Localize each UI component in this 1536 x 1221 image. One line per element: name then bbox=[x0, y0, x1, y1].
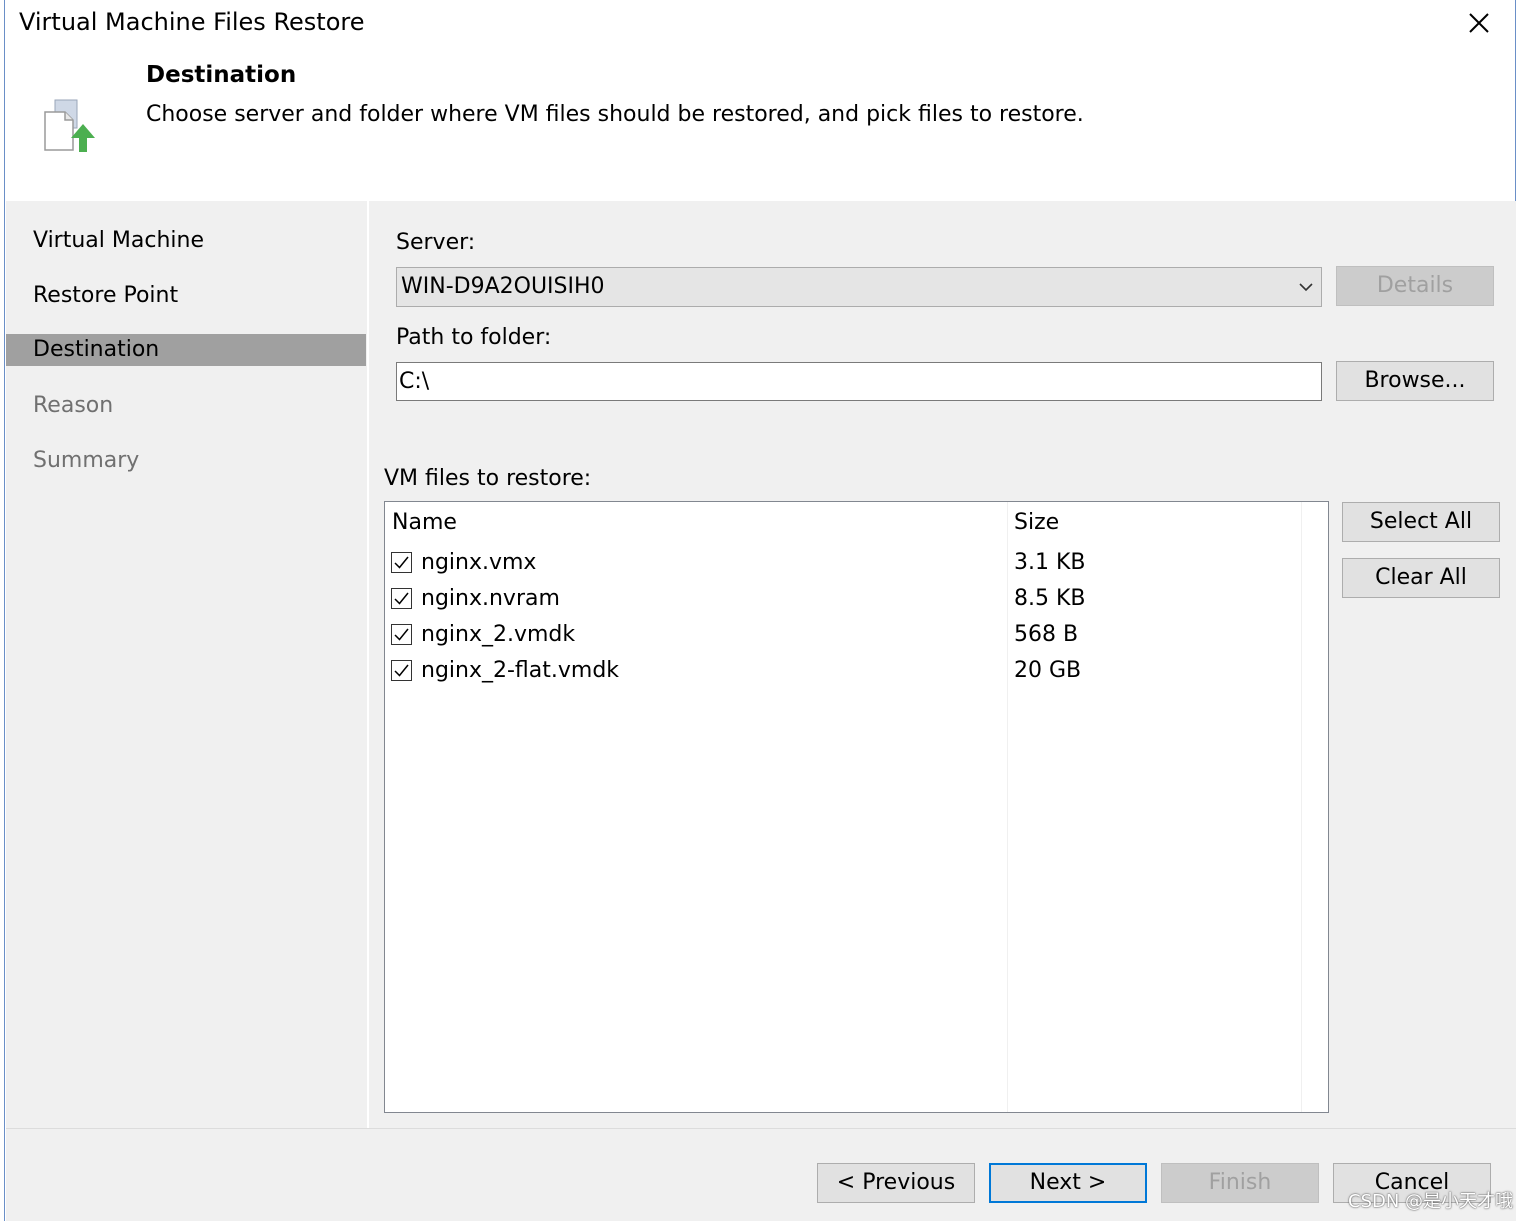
files-label: VM files to restore: bbox=[384, 466, 592, 491]
nav-step-restore-point[interactable]: Restore Point bbox=[6, 280, 366, 312]
content-area: Virtual Machine Restore Point Destinatio… bbox=[6, 201, 1516, 1128]
file-size: 3.1 KB bbox=[1014, 550, 1086, 575]
checkmark-icon bbox=[394, 592, 409, 605]
path-input[interactable] bbox=[399, 366, 1299, 396]
step-description: Choose server and folder where VM files … bbox=[146, 102, 1084, 127]
path-label: Path to folder: bbox=[396, 325, 552, 350]
file-name: nginx_2.vmdk bbox=[421, 622, 576, 647]
checkmark-icon bbox=[394, 628, 409, 641]
server-dropdown[interactable]: WIN-D9A2OUISIH0 bbox=[396, 267, 1322, 307]
file-name: nginx.vmx bbox=[421, 550, 537, 575]
file-name: nginx_2-flat.vmdk bbox=[421, 658, 620, 683]
nav-step-virtual-machine[interactable]: Virtual Machine bbox=[6, 225, 366, 257]
file-checkbox[interactable] bbox=[391, 660, 412, 681]
restore-files-icon bbox=[41, 98, 99, 158]
files-list[interactable]: Name Size nginx.vmx 3.1 KB nginx.nvram 8… bbox=[384, 501, 1329, 1113]
wizard-steps-nav: Virtual Machine Restore Point Destinatio… bbox=[6, 201, 366, 1128]
file-size: 568 B bbox=[1014, 622, 1079, 647]
next-button[interactable]: Next > bbox=[989, 1163, 1147, 1203]
dialog-window: Virtual Machine Files Restore Destinatio… bbox=[4, 0, 1516, 1221]
finish-button: Finish bbox=[1161, 1163, 1319, 1203]
select-all-button[interactable]: Select All bbox=[1342, 502, 1500, 542]
checkmark-icon bbox=[394, 664, 409, 677]
previous-button[interactable]: < Previous bbox=[817, 1163, 975, 1203]
watermark-text: CSDN @是小天才哦 bbox=[1348, 1191, 1514, 1212]
details-button: Details bbox=[1336, 266, 1494, 306]
footer-bar: < Previous Next > Finish Cancel bbox=[6, 1128, 1516, 1221]
chevron-down-icon bbox=[1299, 283, 1313, 292]
nav-separator bbox=[367, 201, 369, 1128]
nav-step-reason: Reason bbox=[33, 393, 114, 418]
step-heading: Destination bbox=[146, 62, 297, 88]
column-header-size[interactable]: Size bbox=[1014, 510, 1059, 535]
server-label: Server: bbox=[396, 230, 476, 255]
list-item[interactable]: nginx.nvram 8.5 KB bbox=[385, 586, 1305, 622]
nav-step-summary: Summary bbox=[33, 448, 140, 473]
column-header-name[interactable]: Name bbox=[392, 510, 457, 535]
list-item[interactable]: nginx.vmx 3.1 KB bbox=[385, 550, 1305, 586]
file-size: 20 GB bbox=[1014, 658, 1082, 683]
close-icon bbox=[1469, 13, 1489, 33]
list-item[interactable]: nginx_2.vmdk 568 B bbox=[385, 622, 1305, 658]
file-name: nginx.nvram bbox=[421, 586, 560, 611]
close-button[interactable] bbox=[1459, 4, 1499, 42]
path-field[interactable] bbox=[396, 362, 1322, 401]
clear-all-button[interactable]: Clear All bbox=[1342, 558, 1500, 598]
nav-step-destination[interactable]: Destination bbox=[6, 334, 366, 366]
file-checkbox[interactable] bbox=[391, 624, 412, 645]
checkmark-icon bbox=[394, 556, 409, 569]
file-checkbox[interactable] bbox=[391, 552, 412, 573]
browse-button[interactable]: Browse... bbox=[1336, 361, 1494, 401]
server-value: WIN-D9A2OUISIH0 bbox=[401, 274, 605, 299]
list-item[interactable]: nginx_2-flat.vmdk 20 GB bbox=[385, 658, 1305, 694]
file-checkbox[interactable] bbox=[391, 588, 412, 609]
file-size: 8.5 KB bbox=[1014, 586, 1086, 611]
window-title: Virtual Machine Files Restore bbox=[19, 8, 365, 36]
